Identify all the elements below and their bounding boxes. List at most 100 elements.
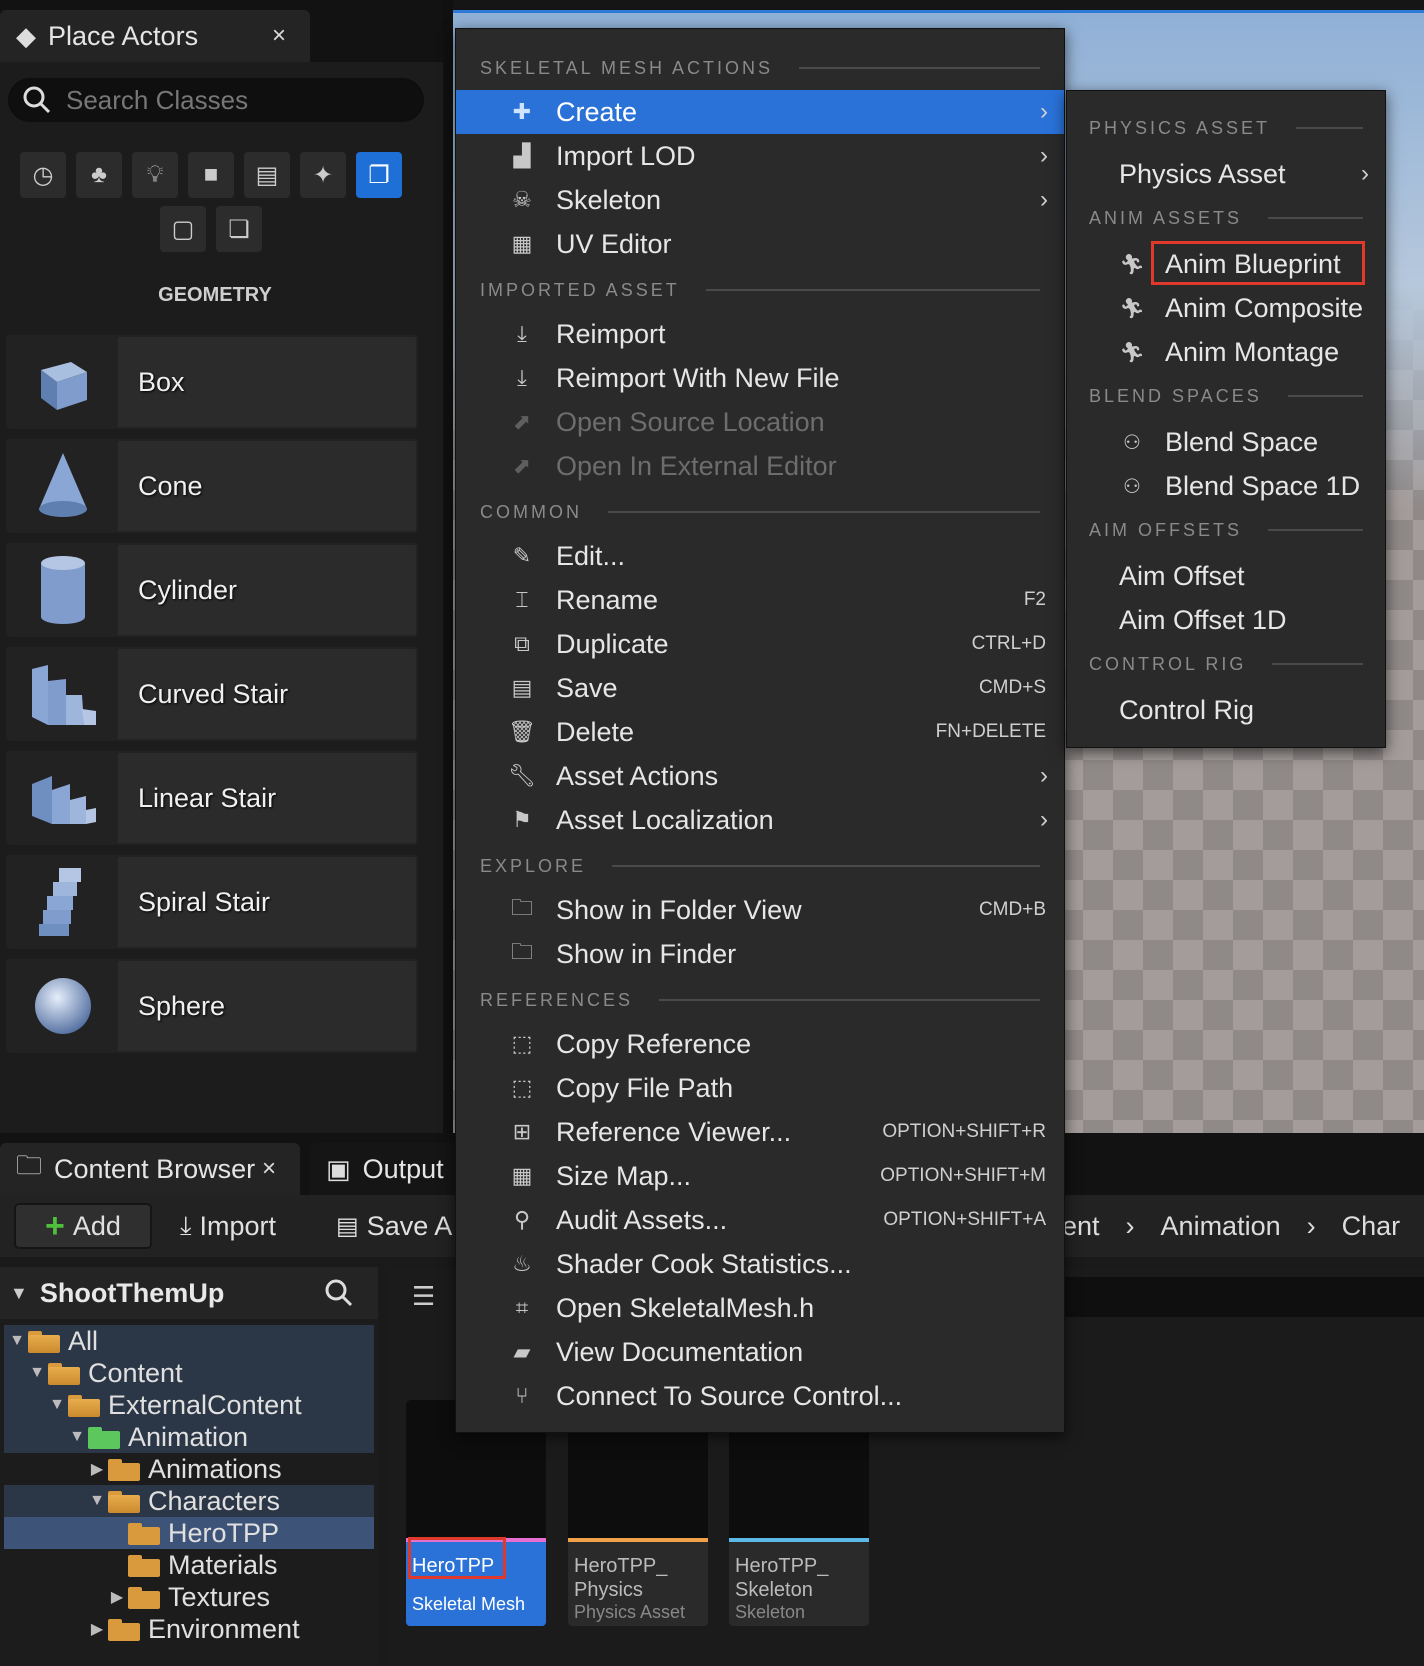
- search-classes-input[interactable]: Search Classes: [8, 78, 424, 122]
- asset-tile-herotpp[interactable]: HeroTPP Skeletal Mesh: [406, 1400, 546, 1626]
- actor-item-linear-stair[interactable]: Linear Stair: [6, 751, 418, 845]
- submenu-item-aim-offset-1d[interactable]: Aim Offset 1D: [1067, 598, 1385, 642]
- chevron-right-icon[interactable]: ▶: [88, 1619, 106, 1639]
- menu-item-connect-source-control[interactable]: ⑂ Connect To Source Control...: [456, 1374, 1064, 1418]
- menu-item-view-documentation[interactable]: ▰ View Documentation: [456, 1330, 1064, 1374]
- close-icon[interactable]: ×: [272, 22, 286, 50]
- menu-item-import-lod[interactable]: ▟ Import LOD ›: [456, 134, 1064, 178]
- menu-item-label: Shader Cook Statistics...: [556, 1248, 852, 1279]
- chevron-down-icon[interactable]: ▼: [28, 1364, 46, 1382]
- asset-tile-herotpp-skeleton[interactable]: HeroTPP_ Skeleton Skeleton: [729, 1400, 869, 1626]
- menu-item-label: Asset Localization: [556, 804, 774, 835]
- menu-item-asset-actions[interactable]: 🔧︎ Asset Actions ›: [456, 754, 1064, 798]
- menu-item-save[interactable]: ▤ Save CMD+S: [456, 666, 1064, 710]
- tree-item-herotpp[interactable]: HeroTPP: [4, 1517, 374, 1549]
- search-icon[interactable]: [324, 1278, 354, 1308]
- tree-item-externalcontent[interactable]: ▼ ExternalContent: [4, 1389, 374, 1421]
- basic-icon[interactable]: ♣: [76, 152, 122, 198]
- tree-item-label: HeroTPP: [168, 1517, 280, 1548]
- chevron-right-icon[interactable]: ▶: [108, 1587, 126, 1607]
- submenu-item-anim-montage[interactable]: 🏃︎ Anim Montage: [1067, 330, 1385, 374]
- menu-item-delete[interactable]: 🗑︎ Delete FN+DELETE: [456, 710, 1064, 754]
- actor-item-cylinder[interactable]: Cylinder: [6, 543, 418, 637]
- actor-item-spiral-stair[interactable]: Spiral Stair: [6, 855, 418, 949]
- menu-item-show-in-finder[interactable]: 🗀︎ Show in Finder: [456, 932, 1064, 976]
- place-actors-tabbar: ◆ Place Actors ×: [0, 0, 443, 62]
- menu-item-label: Open SkeletalMesh.h: [556, 1292, 815, 1323]
- menu-item-duplicate[interactable]: ⧉ Duplicate CTRL+D: [456, 622, 1064, 666]
- submenu-item-blend-space[interactable]: ⚇ Blend Space: [1067, 420, 1385, 464]
- tree-item-environment[interactable]: ▶ Environment: [4, 1613, 374, 1645]
- visual-effects-icon[interactable]: ✦: [300, 152, 346, 198]
- menu-item-audit-assets[interactable]: ⚲ Audit Assets... OPTION+SHIFT+A: [456, 1198, 1064, 1242]
- menu-item-reimport[interactable]: ⤓ Reimport: [456, 312, 1064, 356]
- menu-item-edit[interactable]: ✎ Edit...: [456, 534, 1064, 578]
- size-map-icon: ▦: [511, 1163, 533, 1188]
- breadcrumb-item[interactable]: Char: [1342, 1211, 1401, 1242]
- menu-item-size-map[interactable]: ▦ Size Map... OPTION+SHIFT+M: [456, 1154, 1064, 1198]
- breadcrumb-item[interactable]: ent: [1062, 1211, 1100, 1242]
- tab-place-actors[interactable]: ◆ Place Actors ×: [0, 10, 310, 62]
- import-button[interactable]: ⤓ Import: [180, 1203, 276, 1249]
- tree-item-textures[interactable]: ▶ Textures: [4, 1581, 374, 1613]
- source-control-icon: ⑂: [515, 1383, 529, 1408]
- menu-item-reference-viewer[interactable]: ⊞ Reference Viewer... OPTION+SHIFT+R: [456, 1110, 1064, 1154]
- sources-header[interactable]: ▼ ShootThemUp: [0, 1267, 378, 1319]
- menu-item-create[interactable]: ✚ Create ›: [456, 90, 1064, 134]
- recent-icon[interactable]: ◷: [20, 152, 66, 198]
- tree-item-animation[interactable]: ▼ Animation: [4, 1421, 374, 1453]
- cinematic-icon[interactable]: ▤: [244, 152, 290, 198]
- actor-item-cone[interactable]: Cone: [6, 439, 418, 533]
- menu-item-label: Save: [556, 672, 618, 703]
- chevron-down-icon[interactable]: ▼: [68, 1428, 86, 1446]
- volumes-icon[interactable]: ▢: [160, 206, 206, 252]
- tree-item-all[interactable]: ▼ All: [4, 1325, 374, 1357]
- chevron-down-icon[interactable]: ▼: [48, 1396, 66, 1414]
- tab-output[interactable]: ▣ Output: [310, 1143, 460, 1195]
- filter-icon[interactable]: ☰: [412, 1281, 435, 1312]
- tree-item-characters[interactable]: ▼ Characters: [4, 1485, 374, 1517]
- actor-item-box[interactable]: Box: [6, 335, 418, 429]
- menu-item-show-folder-view[interactable]: 🗀︎ Show in Folder View CMD+B: [456, 888, 1064, 932]
- menu-item-open-skeletalmesh-h[interactable]: ⌗ Open SkeletalMesh.h: [456, 1286, 1064, 1330]
- chevron-right-icon[interactable]: ›: [1307, 1211, 1316, 1242]
- menu-item-copy-reference[interactable]: ⬚ Copy Reference: [456, 1022, 1064, 1066]
- search-assets-input[interactable]: [1058, 1277, 1424, 1317]
- chevron-down-icon[interactable]: ▼: [8, 1332, 26, 1350]
- asset-tile-herotpp-physics[interactable]: HeroTPP_ Physics Physics Asset: [568, 1400, 708, 1626]
- menu-item-shader-cook-statistics[interactable]: ♨ Shader Cook Statistics...: [456, 1242, 1064, 1286]
- panel-splitter[interactable]: [443, 0, 453, 1133]
- chevron-right-icon[interactable]: ▶: [88, 1459, 106, 1479]
- shapes-icon[interactable]: ■: [188, 152, 234, 198]
- tree-item-label: ExternalContent: [108, 1389, 302, 1420]
- menu-item-copy-file-path[interactable]: ⬚ Copy File Path: [456, 1066, 1064, 1110]
- lights-icon[interactable]: 💡︎: [132, 152, 178, 198]
- tab-content-browser[interactable]: 🗀︎ Content Browser ×: [0, 1143, 300, 1195]
- tree-item-materials[interactable]: Materials: [4, 1549, 374, 1581]
- tree-item-animations[interactable]: ▶ Animations: [4, 1453, 374, 1485]
- breadcrumb-item[interactable]: Animation: [1161, 1211, 1281, 1242]
- tree-item-content[interactable]: ▼ Content: [4, 1357, 374, 1389]
- submenu-item-aim-offset[interactable]: Aim Offset: [1067, 554, 1385, 598]
- menu-item-reimport-new-file[interactable]: ⤓ Reimport With New File: [456, 356, 1064, 400]
- all-classes-icon[interactable]: ❏: [216, 206, 262, 252]
- actor-item-curved-stair[interactable]: Curved Stair: [6, 647, 418, 741]
- menu-item-label: Create: [556, 96, 638, 127]
- submenu-item-physics-asset[interactable]: Physics Asset ›: [1067, 152, 1385, 196]
- menu-item-uv-editor[interactable]: ▦ UV Editor: [456, 222, 1064, 266]
- geometry-icon[interactable]: ❐: [356, 152, 402, 198]
- close-icon[interactable]: ×: [262, 1155, 276, 1183]
- menu-item-asset-localization[interactable]: ⚑ Asset Localization ›: [456, 798, 1064, 842]
- chevron-down-icon[interactable]: ▼: [10, 1283, 28, 1304]
- save-all-button[interactable]: ▤ Save A: [336, 1203, 452, 1249]
- add-button[interactable]: + Add: [14, 1203, 152, 1249]
- submenu-item-blend-space-1d[interactable]: ⚇ Blend Space 1D: [1067, 464, 1385, 508]
- actor-item-sphere[interactable]: Sphere: [6, 959, 418, 1053]
- import-lod-icon: ▟: [513, 143, 531, 168]
- submenu-item-control-rig[interactable]: Control Rig: [1067, 688, 1385, 732]
- menu-item-skeleton[interactable]: ☠ Skeleton ›: [456, 178, 1064, 222]
- chevron-right-icon[interactable]: ›: [1126, 1211, 1135, 1242]
- submenu-item-anim-composite[interactable]: 🏃︎ Anim Composite: [1067, 286, 1385, 330]
- menu-item-rename[interactable]: ⌶ Rename F2: [456, 578, 1064, 622]
- chevron-down-icon[interactable]: ▼: [88, 1492, 106, 1510]
